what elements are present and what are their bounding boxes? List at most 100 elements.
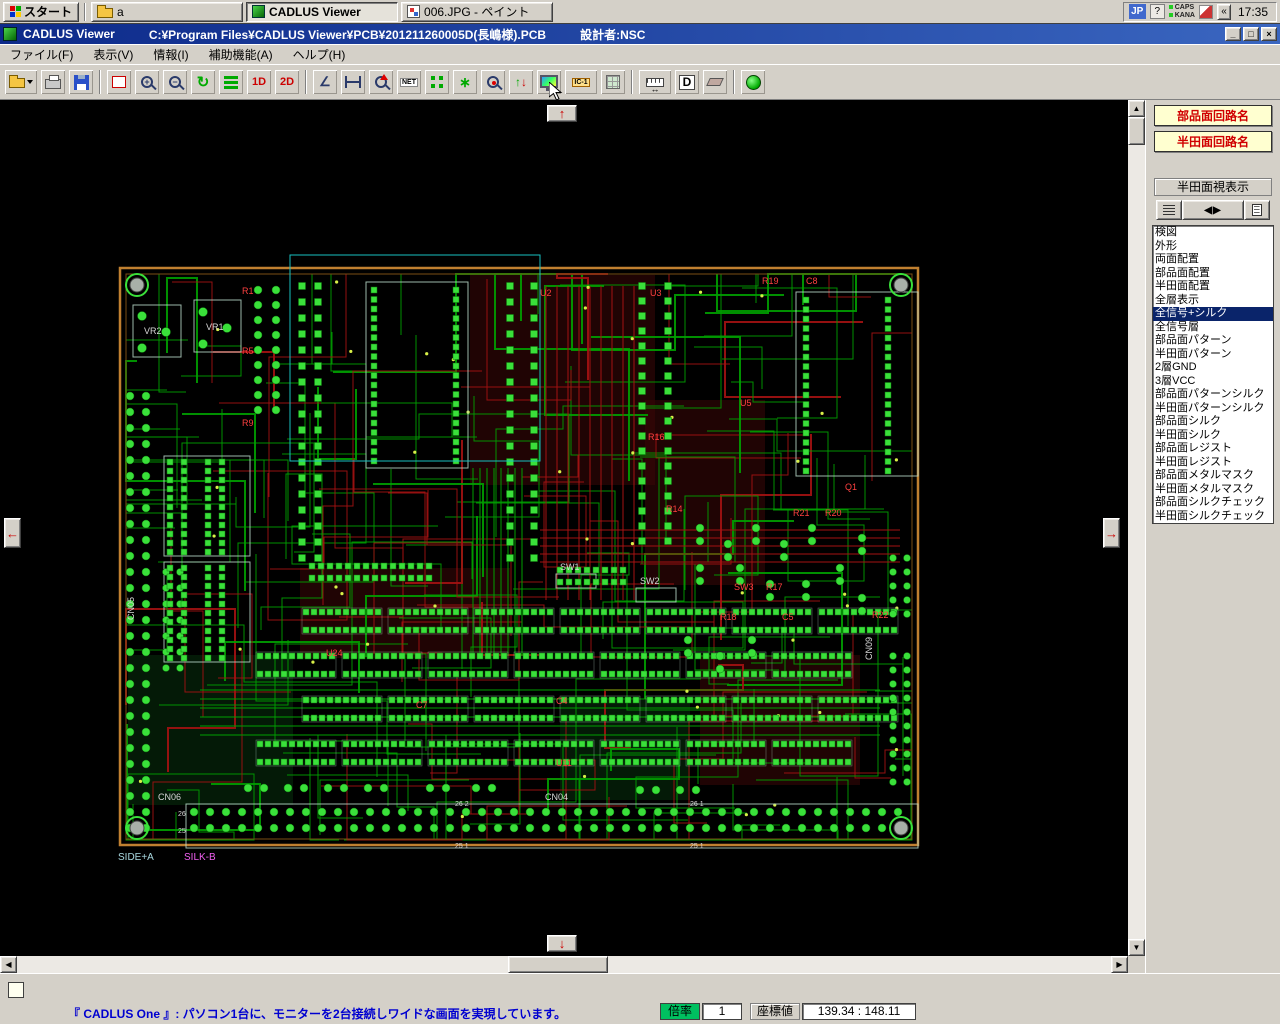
highlight-clear-button[interactable]: ∗ bbox=[452, 69, 478, 95]
scroll-right-button[interactable]: ▶ bbox=[1111, 956, 1128, 973]
task-button-paint[interactable]: 006.JPG - ペイント bbox=[401, 1, 554, 22]
net-button[interactable]: NET bbox=[396, 69, 422, 95]
svg-text:VR2: VR2 bbox=[144, 326, 162, 336]
pan-down-button[interactable]: ↓ bbox=[547, 935, 577, 952]
layer-item[interactable]: 半田面配置 bbox=[1153, 280, 1273, 294]
layer-item[interactable]: 部品面パターン bbox=[1153, 334, 1273, 348]
layer-item[interactable]: 3層VCC bbox=[1153, 375, 1273, 389]
layer-item[interactable]: 両面配置 bbox=[1153, 253, 1273, 267]
pcb-canvas[interactable]: R19 C8 VR2 VR1 R1 R5 R9 U2 U3 U5 R16 R14 Q1 R21 R20 SW1… bbox=[0, 100, 1128, 956]
tray-expand-button[interactable]: « bbox=[1216, 3, 1231, 20]
menu-view[interactable]: 表示(V) bbox=[91, 45, 135, 64]
side-toggle-button[interactable]: ◀▶ bbox=[1182, 200, 1244, 220]
layer-updown-button[interactable]: ↑ ↓ bbox=[508, 69, 534, 95]
display-1d-button[interactable]: 1D bbox=[246, 69, 272, 95]
vertical-scrollbar[interactable]: ▲ ▼ bbox=[1128, 100, 1145, 956]
menu-aux[interactable]: 補助機能(A) bbox=[207, 45, 275, 64]
save-button[interactable] bbox=[68, 69, 94, 95]
zoom-window-button[interactable] bbox=[106, 69, 132, 95]
layer-item[interactable]: 部品面メタルマスク bbox=[1153, 469, 1273, 483]
list-view-button[interactable] bbox=[1156, 200, 1182, 220]
layer-item[interactable]: 2層GND bbox=[1153, 361, 1273, 375]
layer-item[interactable]: 全信号層 bbox=[1153, 321, 1273, 335]
layer-item[interactable]: 半田面シルク bbox=[1153, 429, 1273, 443]
close-button[interactable]: × bbox=[1261, 27, 1277, 41]
ic-pin-button[interactable]: IC-1 bbox=[564, 69, 598, 95]
ime-indicator[interactable]: JP bbox=[1128, 4, 1146, 19]
svg-text:R9: R9 bbox=[242, 418, 254, 428]
scroll-down-button[interactable]: ▼ bbox=[1128, 939, 1145, 956]
layer-item[interactable]: 部品面パターンシルク bbox=[1153, 388, 1273, 402]
layer-item[interactable]: 部品面レジスト bbox=[1153, 442, 1273, 456]
svg-text:SIDE+A: SIDE+A bbox=[118, 852, 154, 863]
print-button[interactable] bbox=[40, 69, 66, 95]
zoom-value[interactable]: 1 bbox=[702, 1003, 743, 1020]
layer-item[interactable]: 半田面シルクチェック bbox=[1153, 510, 1273, 524]
layer-item[interactable]: 半田面パターン bbox=[1153, 348, 1273, 362]
open-button[interactable] bbox=[4, 69, 38, 95]
pan-up-button[interactable]: ↑ bbox=[547, 105, 577, 122]
search-part-button[interactable] bbox=[368, 69, 394, 95]
zoom-out-button[interactable]: − bbox=[162, 69, 188, 95]
zoom-in-icon: + bbox=[141, 76, 153, 88]
svg-text:R5: R5 bbox=[242, 346, 254, 356]
net-icon: NET bbox=[400, 77, 418, 87]
layer-display-button[interactable] bbox=[218, 69, 244, 95]
display-2d-button[interactable]: 2D bbox=[274, 69, 300, 95]
svg-text:C5: C5 bbox=[782, 612, 794, 622]
color-swatch[interactable] bbox=[8, 982, 24, 998]
folder-icon bbox=[97, 4, 114, 18]
part-table-button[interactable] bbox=[600, 69, 626, 95]
svg-text:25 1: 25 1 bbox=[455, 843, 469, 850]
1d-icon: 1D bbox=[251, 76, 267, 88]
windows-logo-icon bbox=[10, 6, 21, 17]
horizontal-scroll-thumb[interactable] bbox=[508, 956, 608, 973]
layer-item[interactable]: 全信号+シルク bbox=[1153, 307, 1273, 321]
distance-measure-button[interactable] bbox=[340, 69, 366, 95]
layer-item[interactable]: 部品面配置 bbox=[1153, 267, 1273, 281]
start-button[interactable]: スタート bbox=[3, 1, 80, 22]
vertical-scroll-thumb[interactable] bbox=[1128, 117, 1145, 145]
solder-side-names-button[interactable]: 半田面回路名 bbox=[1154, 131, 1272, 152]
layer-item[interactable]: 全層表示 bbox=[1153, 294, 1273, 308]
angle-measure-button[interactable]: ∠ bbox=[312, 69, 338, 95]
layer-item[interactable]: 半田面メタルマスク bbox=[1153, 483, 1273, 497]
layer-item[interactable]: 外形 bbox=[1153, 240, 1273, 254]
mouse-cursor bbox=[549, 82, 563, 101]
d-code-button[interactable]: D bbox=[674, 69, 700, 95]
zoom-in-button[interactable]: + bbox=[134, 69, 160, 95]
online-check-button[interactable] bbox=[740, 69, 766, 95]
scroll-left-button[interactable]: ◀ bbox=[0, 956, 17, 973]
layer-item[interactable]: 部品面シルク bbox=[1153, 415, 1273, 429]
mirror-view-button[interactable] bbox=[1244, 200, 1270, 220]
down-arrow-icon: ↓ bbox=[521, 75, 527, 89]
layer-item[interactable]: 検図 bbox=[1153, 226, 1273, 240]
scroll-up-button[interactable]: ▲ bbox=[1128, 100, 1145, 117]
pan-left-button[interactable]: ← bbox=[4, 518, 21, 548]
paint-icon bbox=[407, 5, 421, 18]
menu-info[interactable]: 情報(I) bbox=[151, 45, 190, 64]
redraw-button[interactable]: ↻ bbox=[190, 69, 216, 95]
solder-view-label[interactable]: 半田面視表示 bbox=[1154, 178, 1272, 196]
pick-element-button[interactable] bbox=[480, 69, 506, 95]
horizontal-scrollbar[interactable]: ◀ ▶ bbox=[0, 956, 1128, 973]
pan-right-button[interactable]: → bbox=[1103, 518, 1120, 548]
svg-text:25 1: 25 1 bbox=[690, 843, 704, 850]
net-highlight-button[interactable] bbox=[424, 69, 450, 95]
layer-item[interactable]: 半田面パターンシルク bbox=[1153, 402, 1273, 416]
pen-tool-icon[interactable] bbox=[1198, 4, 1213, 19]
minimize-button[interactable]: _ bbox=[1225, 27, 1241, 41]
layer-item[interactable]: 部品面シルクチェック bbox=[1153, 496, 1273, 510]
component-side-names-button[interactable]: 部品面回路名 bbox=[1154, 105, 1272, 126]
eraser-button[interactable] bbox=[702, 69, 728, 95]
task-button-a[interactable]: a bbox=[91, 1, 244, 22]
ime-help-icon[interactable]: ? bbox=[1149, 4, 1165, 19]
title-bar[interactable]: CADLUS Viewer C:¥Program Files¥CADLUS Vi… bbox=[0, 24, 1280, 44]
maximize-button[interactable]: □ bbox=[1243, 27, 1259, 41]
layer-item[interactable]: 半田面レジスト bbox=[1153, 456, 1273, 470]
ruler-button[interactable]: ↔ bbox=[638, 69, 672, 95]
menu-help[interactable]: ヘルプ(H) bbox=[291, 45, 348, 64]
angle-icon: ∠ bbox=[319, 74, 331, 89]
task-button-cadlus[interactable]: CADLUS Viewer bbox=[246, 1, 399, 22]
menu-file[interactable]: ファイル(F) bbox=[8, 45, 75, 64]
